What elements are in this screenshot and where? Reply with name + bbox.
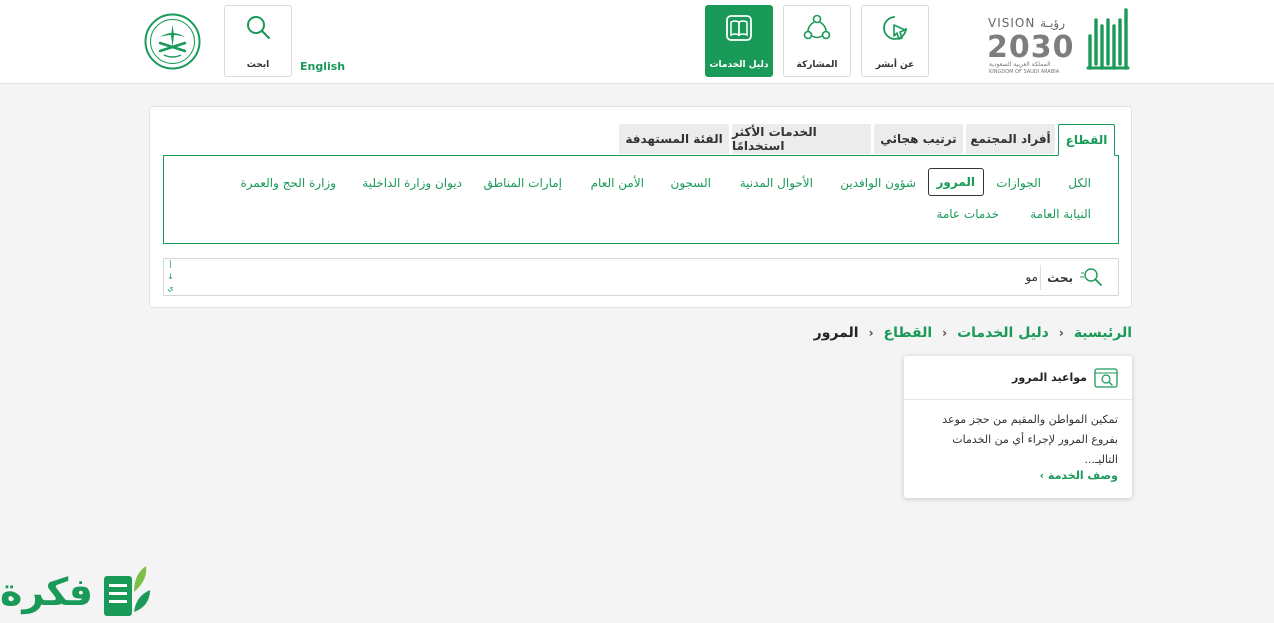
fikra-watermark: فكرة — [0, 560, 160, 623]
filter-all[interactable]: الكل — [1068, 176, 1091, 190]
service-card-traffic-appointments[interactable]: مواعيد المرور تمكين المواطن والمقيم من ح… — [904, 356, 1132, 498]
nav-about-absher[interactable]: عن أبشر — [861, 5, 929, 77]
share-network-icon — [803, 14, 831, 40]
service-search-bar: أ ↓ ي بحث — [163, 258, 1119, 296]
filter-public-prosecution[interactable]: النيابة العامة — [1030, 207, 1091, 221]
breadcrumb-separator: ‹ — [942, 326, 948, 340]
search-magnify-icon[interactable] — [1080, 267, 1104, 291]
saudi-emblem-icon[interactable] — [144, 13, 201, 74]
alphabet-index[interactable]: أ ↓ ي — [167, 260, 174, 293]
nav-services-guide[interactable]: دليل الخدمات — [705, 5, 773, 77]
breadcrumb-separator: ‹ — [1058, 326, 1064, 340]
filter-passports[interactable]: الجوازات — [996, 176, 1041, 190]
service-details-link[interactable]: وصف الخدمة › — [1040, 469, 1118, 482]
alpha-last: ي — [167, 283, 174, 292]
filter-public-security[interactable]: الأمن العام — [591, 176, 644, 190]
absher-logo-icon[interactable] — [1084, 6, 1130, 80]
nav-services-guide-label: دليل الخدمات — [709, 60, 769, 70]
vision-line1: المملكة العربية السعودية — [989, 61, 1051, 68]
vision-title: VISION رؤيـة — [988, 16, 1066, 30]
breadcrumb-home[interactable]: الرئيسية — [1074, 325, 1132, 341]
vision-2030-logo[interactable]: VISION رؤيـة 2030 المملكة العربية السعود… — [985, 14, 1077, 76]
nav-participation-label: المشاركة — [796, 60, 838, 70]
vision-year: 2030 — [987, 30, 1075, 65]
service-card-title[interactable]: مواعيد المرور — [1012, 371, 1087, 384]
vision-line2: KINGDOM OF SAUDI ARABIA — [989, 69, 1060, 75]
service-search-input[interactable] — [278, 263, 1038, 291]
filter-traffic[interactable]: المرور — [927, 168, 984, 196]
tab-sector[interactable]: القطاع — [1058, 124, 1115, 156]
search-divider — [1040, 265, 1041, 290]
filter-interior-ministry[interactable]: ديوان وزارة الداخلية — [362, 176, 462, 190]
services-filter-panel: الفئة المستهدفة الخدمات الأكثر استخدامًا… — [149, 106, 1132, 308]
book-icon — [726, 15, 752, 41]
sector-filter-box: الكل الجوازات المرور شؤون الوافدين الأحو… — [163, 155, 1119, 244]
tab-community-members[interactable]: أفراد المجتمع — [966, 124, 1055, 154]
header-search-button[interactable]: ابحث — [224, 5, 292, 77]
alpha-first: أ — [169, 261, 172, 270]
breadcrumb-current: المرور — [813, 325, 859, 341]
tab-target-group[interactable]: الفئة المستهدفة — [619, 124, 729, 154]
service-card-description: تمكين المواطن والمقيم من حجز موعد بفروع … — [942, 413, 1118, 466]
nav-participation[interactable]: المشاركة — [783, 5, 851, 77]
breadcrumb: الرئيسية ‹ دليل الخدمات ‹ القطاع ‹ المرو… — [814, 325, 1132, 341]
book-leaf-logo-icon — [104, 566, 150, 616]
filter-general-services[interactable]: خدمات عامة — [936, 207, 999, 221]
search-icon — [247, 16, 271, 40]
tab-alphabetical[interactable]: ترتيب هجائي — [874, 124, 963, 154]
alpha-arrow: ↓ — [167, 272, 174, 281]
breadcrumb-separator: ‹ — [868, 326, 874, 340]
filter-hajj-umrah[interactable]: وزارة الحج والعمرة — [240, 176, 336, 190]
header-search-label: ابحث — [246, 60, 270, 70]
tab-most-used[interactable]: الخدمات الأكثر استخدامًا — [732, 124, 871, 154]
cursor-click-icon — [883, 16, 907, 40]
filter-civil-affairs[interactable]: الأحوال المدنية — [740, 176, 813, 190]
top-bar: ابحث English دليل الخدمات المشاركة عن أب… — [0, 0, 1274, 84]
service-card-header: مواعيد المرور — [904, 356, 1132, 400]
filter-region-emirates[interactable]: إمارات المناطق — [484, 176, 562, 190]
filter-prisons[interactable]: السجون — [671, 176, 711, 190]
nav-about-absher-label: عن أبشر — [875, 60, 915, 70]
language-link[interactable]: English — [300, 60, 345, 73]
filter-expat-affairs[interactable]: شؤون الوافدين — [840, 176, 916, 190]
appointment-search-icon — [1094, 367, 1118, 393]
breadcrumb-services-guide[interactable]: دليل الخدمات — [957, 325, 1049, 341]
service-search-label: بحث — [1047, 271, 1073, 285]
breadcrumb-sector[interactable]: القطاع — [884, 325, 933, 341]
watermark-text: فكرة — [0, 570, 94, 614]
